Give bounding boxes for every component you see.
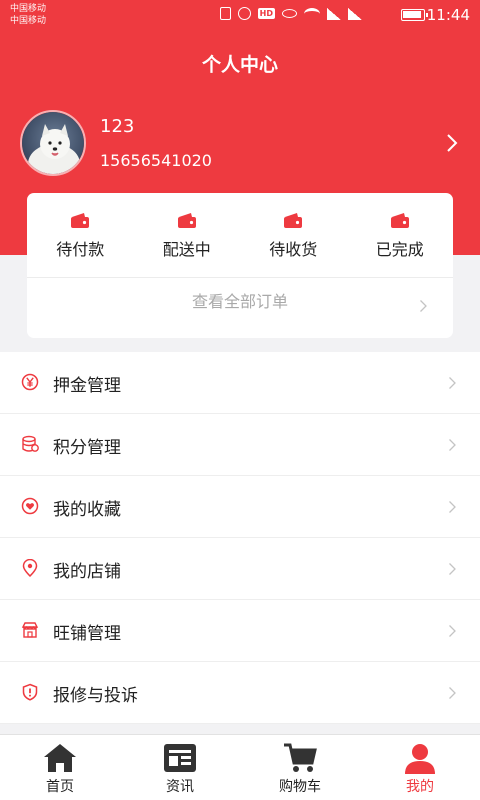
wallet-icon — [177, 213, 196, 228]
menu-item-points[interactable]: 积分管理 — [0, 414, 480, 476]
carrier-label: 中国移动 — [10, 4, 47, 14]
chevron-right-icon — [449, 377, 456, 389]
view-all-orders-button[interactable]: 查看全部订单 — [27, 278, 453, 338]
bottom-tab-bar: 首页 资讯 购物车 我的 — [0, 734, 480, 800]
signal-icon — [327, 7, 341, 20]
chevron-right-icon[interactable] — [444, 132, 460, 154]
shield-alert-icon — [22, 683, 38, 701]
tab-home[interactable]: 首页 — [0, 735, 120, 800]
heart-icon — [21, 497, 39, 515]
alarm-icon — [237, 7, 251, 20]
chevron-right-icon — [449, 563, 456, 575]
tab-label: 购物车 — [279, 779, 321, 795]
chevron-right-icon — [449, 501, 456, 513]
order-status-to-receive[interactable]: 待收货 — [240, 193, 347, 277]
order-status-shipping[interactable]: 配送中 — [134, 193, 241, 277]
menu-item-favorites[interactable]: 我的收藏 — [0, 476, 480, 538]
vibrate-icon — [219, 7, 231, 20]
status-bar: 中国移动 中国移动 HD 11:44 — [0, 0, 480, 30]
menu-item-shop-management[interactable]: 旺铺管理 — [0, 600, 480, 662]
store-icon — [21, 622, 39, 638]
menu-item-label: 积分管理 — [53, 438, 121, 458]
menu-list: 押金管理 积分管理 我的收藏 我的店铺 旺铺管理 报修与投诉 — [0, 352, 480, 724]
order-status-row: 待付款 配送中 待收货 已完成 — [27, 193, 453, 277]
menu-item-label: 旺铺管理 — [53, 624, 121, 644]
menu-item-label: 押金管理 — [53, 376, 121, 396]
user-icon — [405, 744, 435, 774]
tab-label: 我的 — [406, 779, 434, 795]
order-status-label: 待收货 — [269, 240, 318, 259]
chevron-right-icon — [449, 625, 456, 637]
menu-item-label: 我的店铺 — [53, 562, 121, 582]
order-status-label: 待付款 — [56, 240, 105, 259]
phone-number: 15656541020 — [100, 151, 212, 170]
order-status-label: 配送中 — [162, 240, 211, 259]
chevron-right-icon — [449, 439, 456, 451]
tab-cart[interactable]: 购物车 — [240, 735, 360, 800]
chevron-right-icon — [420, 300, 427, 312]
chevron-right-icon — [449, 687, 456, 699]
news-icon — [164, 744, 196, 772]
page-title: 个人中心 — [201, 54, 278, 76]
location-pin-icon — [22, 559, 38, 577]
tab-mine[interactable]: 我的 — [360, 735, 480, 800]
signal-icon-2 — [348, 7, 362, 20]
order-card: 待付款 配送中 待收货 已完成 查看全部订单 — [27, 193, 453, 338]
avatar[interactable] — [20, 110, 86, 176]
username: 123 — [100, 116, 135, 137]
battery-icon — [401, 9, 428, 21]
wifi-icon — [304, 7, 320, 20]
status-icons: HD — [219, 7, 362, 20]
menu-item-label: 我的收藏 — [53, 500, 121, 520]
order-status-pending-payment[interactable]: 待付款 — [27, 193, 134, 277]
clock: 11:44 — [426, 6, 470, 24]
tab-label: 首页 — [46, 779, 74, 795]
order-status-completed[interactable]: 已完成 — [347, 193, 454, 277]
menu-item-my-store[interactable]: 我的店铺 — [0, 538, 480, 600]
menu-item-label: 报修与投诉 — [53, 686, 138, 706]
yen-icon — [21, 373, 39, 391]
order-status-label: 已完成 — [375, 240, 424, 259]
carrier-label-2: 中国移动 — [10, 16, 47, 26]
tab-news[interactable]: 资讯 — [120, 735, 240, 800]
eye-icon — [282, 9, 297, 18]
wallet-icon — [284, 213, 303, 228]
menu-item-deposit[interactable]: 押金管理 — [0, 352, 480, 414]
menu-item-repair-complaint[interactable]: 报修与投诉 — [0, 662, 480, 724]
hd-icon: HD — [257, 8, 275, 19]
cart-icon — [284, 743, 317, 772]
coins-icon — [22, 435, 39, 452]
tab-label: 资讯 — [166, 779, 194, 795]
home-icon — [44, 744, 76, 772]
wallet-icon — [390, 213, 409, 228]
wallet-icon — [71, 213, 90, 228]
